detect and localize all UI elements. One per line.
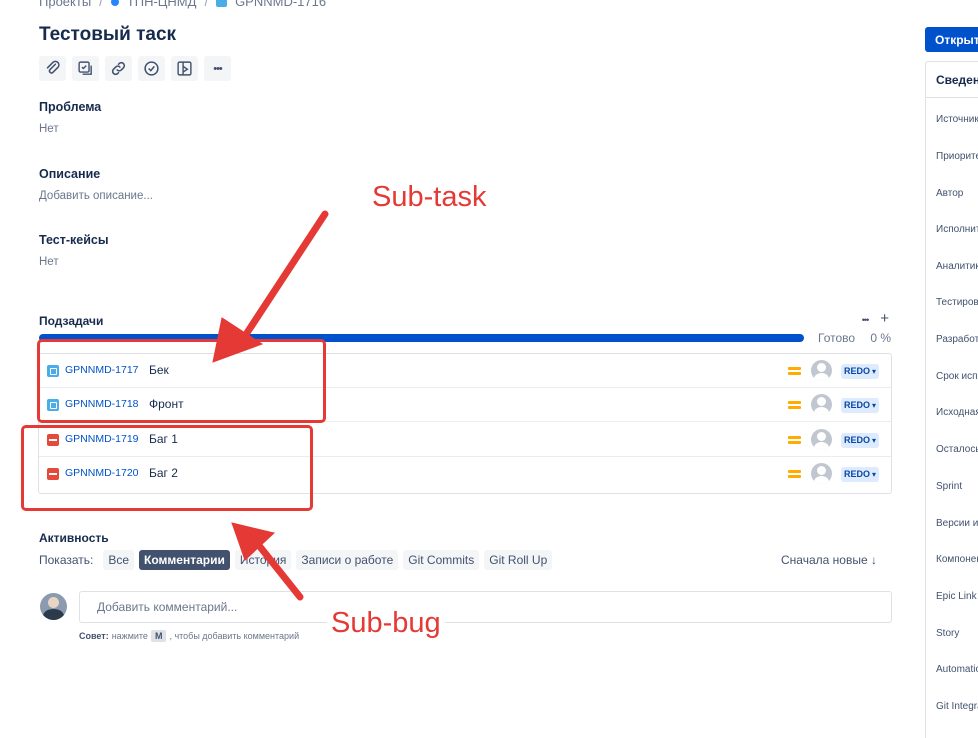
status-label: REDO (844, 366, 871, 376)
status-dropdown[interactable]: REDO ▾ (841, 398, 880, 413)
check-circle-icon (144, 61, 159, 76)
link-issue-button[interactable] (105, 56, 132, 81)
detail-git-integration-label: Git Integration (936, 701, 978, 712)
priority-medium-icon (788, 469, 801, 478)
subtasks-actions: ••• + (862, 310, 889, 330)
priority-medium-icon (788, 400, 801, 409)
issue-title[interactable]: Тестовый таск (39, 24, 176, 46)
branch-icon (177, 61, 192, 76)
filter-git-rollup-button[interactable]: Git Roll Up (484, 550, 553, 570)
branch-button[interactable] (171, 56, 198, 81)
detail-remaining-label: Осталось (936, 444, 978, 455)
more-actions-button[interactable]: ••• (204, 56, 231, 81)
issue-toolbar: ••• (39, 56, 231, 81)
progress-label: Готово (818, 331, 856, 345)
filter-comments-button[interactable]: Комментарии (139, 550, 230, 570)
test-cases-label: Тест-кейсы (39, 233, 109, 247)
test-cases-value[interactable]: Нет (39, 256, 109, 268)
project-icon (110, 0, 119, 6)
subbug-highlight-box (21, 425, 313, 511)
breadcrumb-projects[interactable]: Проекты (39, 0, 91, 9)
filter-worklog-button[interactable]: Записи о работе (296, 550, 399, 570)
breadcrumb: Проекты / ТПН-ЦНМД / GPNNMD-1716 (39, 0, 326, 9)
sort-order-button[interactable]: Сначала новые ↓ (781, 553, 877, 567)
test-cases-field: Тест-кейсы Нет (39, 233, 109, 268)
problem-label: Проблема (39, 100, 102, 114)
subtasks-more-icon[interactable]: ••• (862, 310, 870, 330)
activity-filter-bar: Показать: Все Комментарии История Записи… (39, 550, 553, 570)
comment-tip: Совет: нажмите M , чтобы добавить коммен… (79, 630, 299, 642)
detail-due-date-label: Срок исполнения (936, 371, 978, 382)
detail-components-label: Компоненты (936, 554, 978, 565)
detail-estimate-label: Исходная оценка (936, 407, 978, 418)
checklist-icon (78, 61, 92, 75)
status-open-button[interactable]: Открыто (925, 27, 978, 52)
detail-priority-label: Приоритет (936, 151, 978, 162)
description-label: Описание (39, 167, 101, 181)
add-subtask-button[interactable] (72, 56, 99, 81)
show-label: Показать: (39, 553, 94, 567)
assignee-avatar-icon[interactable] (811, 463, 832, 484)
detail-fix-versions-label: Версии исправления (936, 518, 978, 529)
detail-sprint-label: Sprint (936, 481, 963, 492)
status-dropdown[interactable]: REDO ▾ (841, 433, 880, 448)
attach-button[interactable] (39, 56, 66, 81)
status-dropdown[interactable]: REDO ▾ (841, 364, 880, 379)
checklist-button[interactable] (138, 56, 165, 81)
detail-epic-link-label: Epic Link (936, 591, 977, 602)
breadcrumb-issue[interactable]: GPNNMD-1716 (235, 0, 326, 9)
assignee-avatar-icon[interactable] (811, 429, 832, 450)
chevron-down-icon: ▾ (872, 367, 877, 376)
subbug-annotation-label: Sub-bug (327, 607, 445, 640)
activity-title: Активность (39, 531, 109, 545)
user-avatar (40, 593, 67, 620)
status-label: REDO (844, 435, 871, 445)
status-label: REDO (844, 469, 871, 479)
detail-developer-label: Разработчик (936, 334, 978, 345)
problem-value[interactable]: Нет (39, 123, 101, 135)
detail-automation-label: Automation (936, 664, 978, 675)
filter-git-commits-button[interactable]: Git Commits (403, 550, 480, 570)
comment-input[interactable]: Добавить комментарий... (79, 591, 892, 623)
subtask-highlight-box (37, 339, 326, 423)
details-header[interactable]: Сведения (926, 62, 978, 98)
subtasks-header: Подзадачи ••• + (39, 310, 892, 330)
priority-medium-icon (788, 366, 801, 375)
chevron-down-icon: ▾ (872, 436, 877, 445)
detail-assignee-label: Исполнитель (936, 224, 978, 235)
more-icon: ••• (213, 62, 223, 75)
progress-percent: 0 % (870, 331, 891, 345)
breadcrumb-separator: / (204, 0, 209, 9)
shortcut-key: M (150, 630, 167, 642)
link-icon (111, 61, 126, 76)
status-dropdown[interactable]: REDO ▾ (841, 467, 880, 482)
chevron-down-icon: ▾ (872, 470, 877, 479)
subtask-annotation-label: Sub-task (372, 181, 487, 214)
detail-tester-label: Тестировщик (936, 297, 978, 308)
priority-medium-icon (788, 435, 801, 444)
add-subtask-icon[interactable]: + (880, 310, 889, 330)
detail-source-label: Источник (936, 114, 978, 125)
status-label: REDO (844, 400, 871, 410)
task-icon (216, 0, 228, 7)
assignee-avatar-icon[interactable] (811, 394, 832, 415)
subtasks-title: Подзадачи (39, 314, 104, 328)
tip-prefix: Совет: (79, 631, 109, 641)
detail-reporter-label: Автор (936, 188, 964, 199)
detail-story-label: Story (936, 628, 960, 639)
paperclip-icon (46, 60, 60, 74)
filter-history-button[interactable]: История (234, 550, 292, 570)
tip-suffix: , чтобы добавить комментарий (169, 631, 300, 641)
breadcrumb-separator: / (99, 0, 103, 9)
chevron-down-icon: ▾ (872, 401, 877, 410)
details-panel: Сведения Источник Приоритет Автор Исполн… (925, 61, 978, 738)
breadcrumb-project[interactable]: ТПН-ЦНМД (127, 0, 197, 9)
tip-mid: нажмите (111, 631, 148, 641)
detail-analyst-label: Аналитик (936, 261, 978, 272)
description-input[interactable]: Добавить описание... (39, 190, 153, 202)
filter-all-button[interactable]: Все (103, 550, 135, 570)
problem-field: Проблема Нет (39, 100, 101, 135)
description-field: Описание Добавить описание... (39, 167, 153, 202)
assignee-avatar-icon[interactable] (811, 360, 832, 381)
